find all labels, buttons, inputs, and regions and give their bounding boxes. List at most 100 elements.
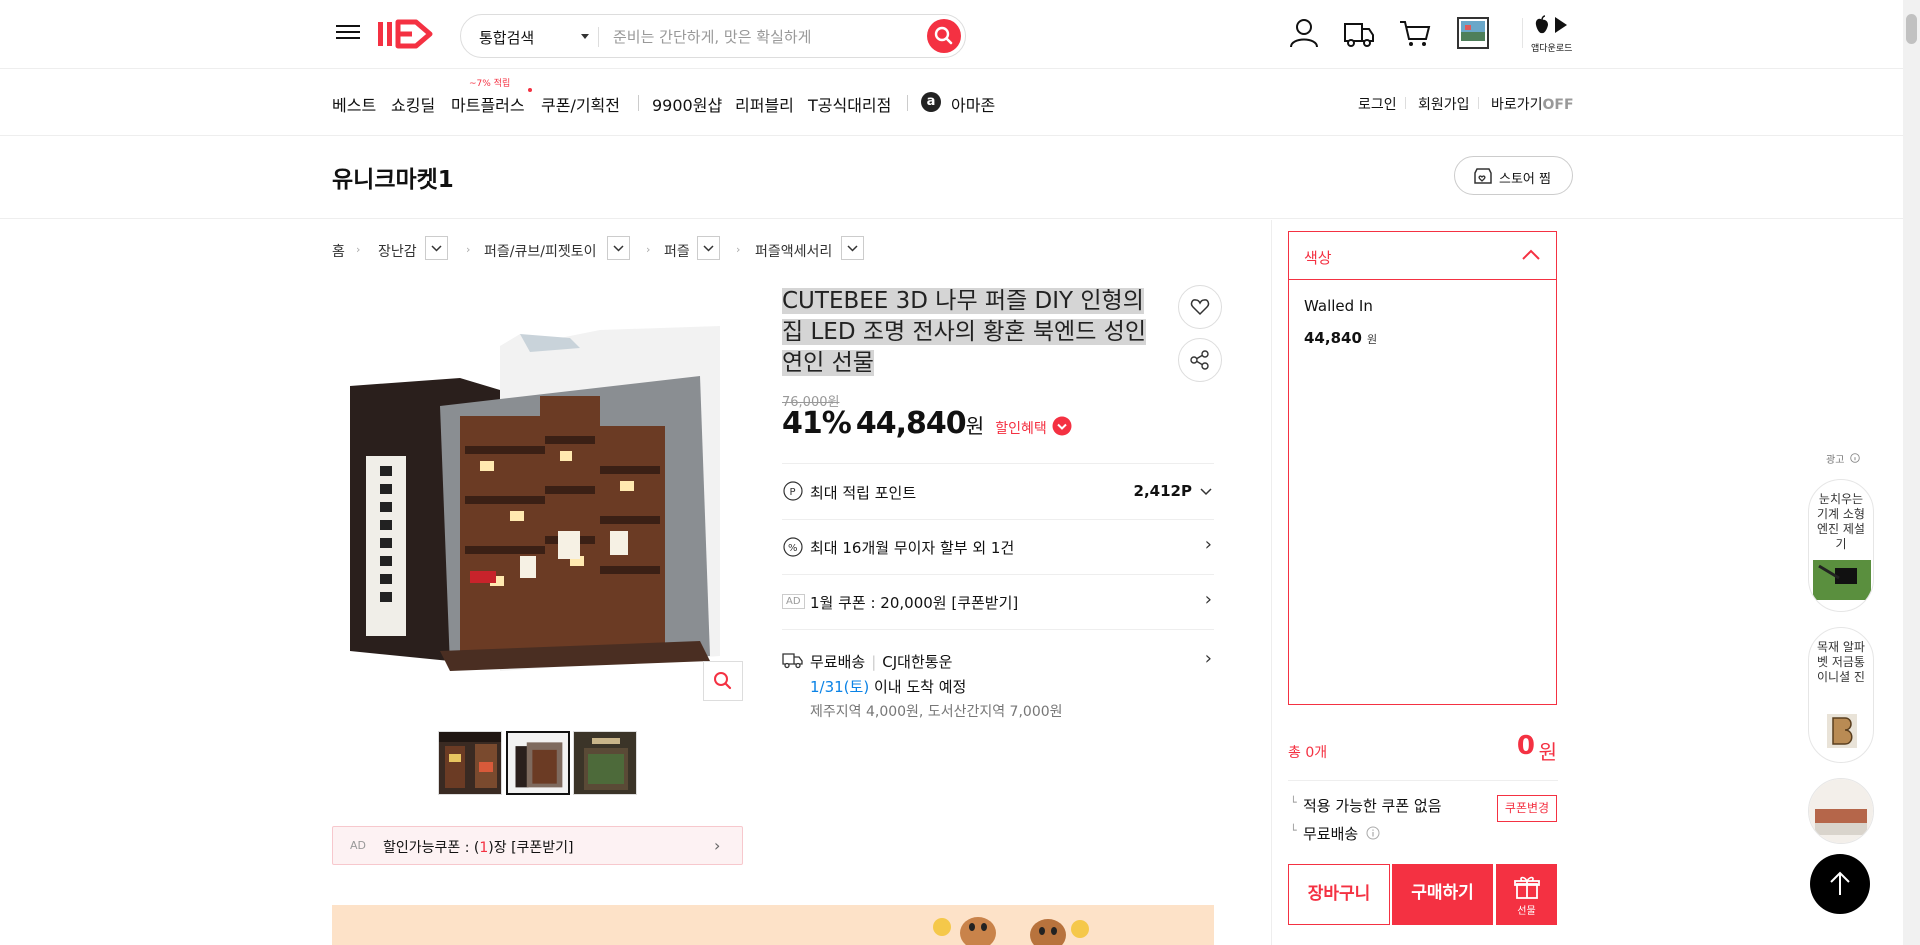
gift-button[interactable]: 선물 [1496, 864, 1557, 925]
point-icon: P [783, 481, 803, 501]
amazon-icon[interactable]: a [921, 92, 941, 112]
11st-logo[interactable] [376, 14, 446, 54]
promo-banner[interactable] [332, 905, 1214, 945]
sofa-image [1809, 779, 1873, 843]
app-store-icon[interactable] [1533, 14, 1573, 38]
nav-refurbly[interactable]: 리퍼블리 [735, 92, 794, 116]
wishlist-button[interactable] [1178, 285, 1222, 329]
nav-amazon[interactable]: 아마존 [951, 92, 995, 116]
breadcrumb-dropdown[interactable] [841, 236, 864, 260]
side-ad-1[interactable]: 눈치우는기계 소형 엔진 제설기 [1808, 479, 1874, 612]
breadcrumb-dropdown[interactable] [425, 236, 448, 260]
search-input[interactable] [613, 23, 913, 51]
cart-icon[interactable] [1398, 16, 1432, 50]
divider [1271, 220, 1272, 945]
chevron-right-icon: › [356, 243, 361, 256]
breadcrumb-toys[interactable]: 장난감 [378, 241, 417, 261]
points-row[interactable]: P 최대 적립 포인트 2,412P [782, 463, 1214, 519]
option-item-price: 44,840 원 [1304, 328, 1377, 347]
divider [1522, 18, 1523, 48]
app-download-label[interactable]: 앱다운로드 [1531, 41, 1572, 54]
divider [638, 95, 639, 111]
breadcrumb-puzzle[interactable]: 퍼즐 [664, 241, 690, 261]
no-coupon-text: 적용 가능한 쿠폰 없음 [1303, 797, 1442, 815]
divider [598, 27, 599, 47]
chevron-right-icon: › [1204, 589, 1212, 610]
free-shipping-summary: 무료배송 [1303, 825, 1359, 843]
divider [1478, 97, 1479, 109]
recent-view-icon[interactable] [1456, 16, 1490, 50]
breadcrumb-puzzle-accessory[interactable]: 퍼즐액세서리 [755, 241, 832, 261]
chevron-down-circle-icon[interactable] [1052, 416, 1072, 436]
delivery-truck-icon[interactable] [1342, 16, 1376, 50]
share-icon [1190, 350, 1209, 370]
coupon-change-button[interactable]: 쿠폰변경 [1497, 795, 1557, 822]
side-ad-2[interactable]: 목재 알파벳 저금통 이니셜 진 [1808, 627, 1874, 763]
breadcrumb-home[interactable]: 홈 [332, 241, 345, 261]
nav-coupon[interactable]: 쿠폰/기획전 [541, 92, 620, 116]
discount-benefit-link[interactable]: 할인혜택 [995, 421, 1047, 437]
installment-row[interactable]: % 최대 16개월 무이자 할부 외 1건 › [782, 519, 1214, 574]
thumbnail-3[interactable] [573, 731, 637, 795]
info-icon[interactable] [1850, 453, 1860, 463]
nav-t-official[interactable]: T공식대리점 [808, 92, 891, 116]
free-shipping-label: 무료배송 [810, 653, 866, 671]
breadcrumb-puzzle-cube[interactable]: 퍼즐/큐브/피젯토이 [484, 241, 596, 261]
add-to-cart-button[interactable]: 장바구니 [1288, 864, 1390, 925]
ad-label: 광고 [1826, 455, 1845, 466]
page-scrollbar[interactable] [1903, 0, 1920, 945]
side-ad-3[interactable] [1808, 778, 1874, 844]
search-category-select[interactable]: 통합검색 [479, 27, 534, 48]
gift-label: 선물 [1517, 906, 1536, 917]
store-follow-button[interactable]: 스토어 찜 [1454, 156, 1573, 195]
svg-text:P: P [790, 487, 796, 498]
user-icon[interactable] [1287, 16, 1321, 50]
breadcrumb-dropdown[interactable] [697, 236, 720, 260]
store-heart-icon [1474, 168, 1492, 184]
option-price-value: 44,840 [1304, 329, 1362, 347]
thumbnail-1[interactable] [438, 731, 502, 795]
option-header[interactable]: 색상 [1289, 232, 1556, 280]
monthly-coupon-row[interactable]: AD 1월 쿠폰 : 20,000원 [쿠폰받기] › [782, 574, 1214, 629]
discount-coupon-bar[interactable]: AD 할인가능쿠폰 : (1)장 [쿠폰받기] › [332, 826, 743, 865]
shipping-info: 무료배송 | CJ대한통운 [810, 651, 952, 672]
shortcut-toggle[interactable]: 바로가기OFF [1491, 94, 1574, 114]
nav-9900[interactable]: 9900원샵 [652, 92, 722, 116]
nav-mart-plus[interactable]: 마트플러스 [451, 92, 525, 116]
info-icon[interactable] [1366, 826, 1380, 840]
points-value: 2,412P [1133, 482, 1192, 500]
store-name[interactable]: 유니크마켓1 [332, 160, 454, 194]
points-label: 최대 적립 포인트 [810, 484, 917, 502]
scroll-to-top-button[interactable] [1810, 854, 1870, 914]
login-link[interactable]: 로그인 [1358, 94, 1397, 114]
side-ad-2-text: 목재 알파벳 저금통 이니셜 진 [1817, 640, 1865, 684]
arrival-date: 1/31(토) [810, 678, 870, 696]
arrival-text: 이내 도착 예정 [873, 678, 967, 696]
price-value: 44,840 [855, 406, 967, 441]
share-button[interactable] [1178, 338, 1222, 382]
product-main-image[interactable] [340, 316, 735, 678]
thumbnail-2-selected[interactable] [506, 731, 570, 795]
zoom-button[interactable] [703, 661, 743, 701]
breadcrumb-dropdown[interactable] [607, 236, 630, 260]
total-count: 총 0개 [1288, 745, 1328, 761]
scrollbar-thumb[interactable] [1906, 14, 1917, 44]
option-item[interactable]: Walled In 44,840 원 [1289, 290, 1556, 350]
option-header-label: 색상 [1304, 249, 1332, 267]
search-button[interactable] [927, 19, 961, 53]
thumbnail-image [439, 732, 501, 794]
heart-icon [1190, 299, 1210, 316]
chevron-down-icon [1200, 488, 1212, 496]
menu-icon[interactable] [336, 21, 360, 45]
search-bar: 통합검색 [460, 14, 966, 58]
nav-shocking-deal[interactable]: 쇼킹딜 [391, 92, 435, 116]
nav-best[interactable]: 베스트 [332, 92, 376, 116]
signup-link[interactable]: 회원가입 [1418, 94, 1470, 114]
price-unit: 원 [965, 414, 985, 438]
total-unit: 원 [1538, 740, 1557, 764]
buy-now-button[interactable]: 구매하기 [1392, 864, 1493, 925]
chevron-down-icon[interactable] [581, 34, 589, 39]
option-item-name: Walled In [1304, 297, 1373, 315]
shipping-row[interactable]: 무료배송 | CJ대한통운 1/31(토) 이내 도착 예정 제주지역 4,000원… [782, 629, 1214, 720]
shortcut-state: OFF [1542, 97, 1574, 113]
